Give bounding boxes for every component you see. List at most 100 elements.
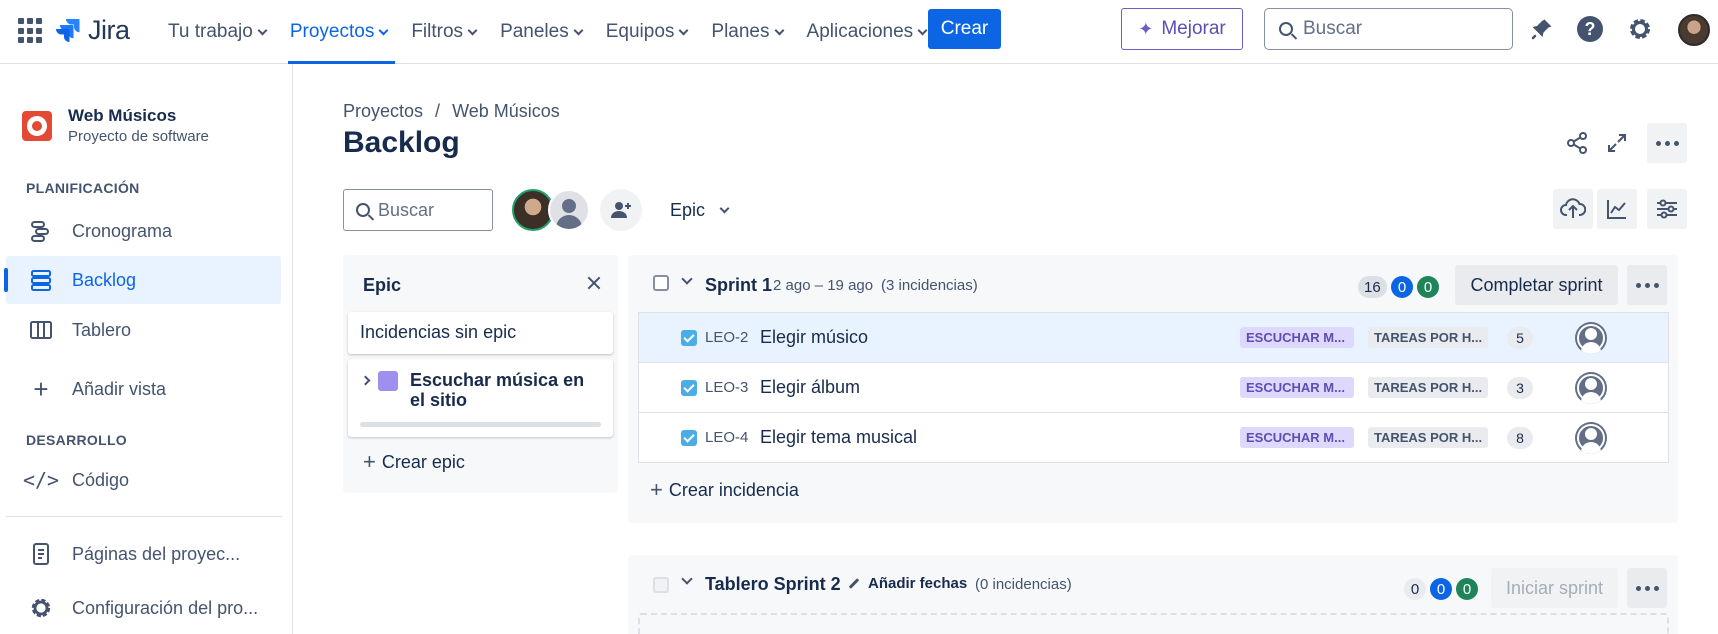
complete-sprint-button[interactable]: Completar sprint [1455, 265, 1618, 305]
release-button[interactable] [1553, 189, 1593, 229]
start-sprint-button[interactable]: Iniciar sprint [1491, 568, 1618, 608]
sparkle-icon: ✦ [1138, 18, 1154, 39]
project-header[interactable]: Web Músicos Proyecto de software [22, 106, 209, 145]
create-issue-button[interactable]: + Crear incidencia [650, 479, 799, 501]
pencil-icon [848, 578, 860, 589]
sidebar-item-tablero[interactable]: Tablero [6, 306, 281, 354]
story-points-badge[interactable]: 5 [1507, 327, 1533, 349]
nav-tu-trabajo[interactable]: Tu trabajo [160, 0, 274, 64]
add-person-icon [611, 202, 631, 218]
assignee-avatar[interactable] [1575, 422, 1607, 454]
story-points-badge[interactable]: 8 [1507, 427, 1533, 449]
share-button[interactable] [1557, 123, 1597, 163]
nav-planes[interactable]: Planes [703, 0, 790, 64]
add-dates-button[interactable]: Añadir fechas [848, 575, 967, 592]
chevron-down-icon [678, 25, 689, 35]
expand-icon [1608, 134, 1626, 152]
epic-card[interactable]: Escuchar música en el sitio [348, 359, 613, 437]
backlog-search[interactable] [343, 189, 493, 231]
sprint-name[interactable]: Sprint 1 [705, 275, 772, 296]
status-lozenge[interactable]: TAREAS POR H... [1368, 427, 1488, 448]
issue-row[interactable]: LEO-4 Elegir tema musical ESCUCHAR M... … [639, 413, 1668, 463]
global-search-input[interactable] [1303, 18, 1493, 40]
issue-summary[interactable]: Elegir músico [760, 327, 868, 348]
close-icon[interactable] [584, 273, 604, 293]
add-dates-label: Añadir fechas [868, 575, 968, 592]
person-body [1581, 392, 1601, 404]
chevron-down-icon[interactable] [681, 573, 693, 585]
create-button[interactable]: Crear [928, 9, 1001, 49]
issues-without-epic[interactable]: Incidencias sin epic [348, 312, 613, 354]
nav-equipos[interactable]: Equipos [598, 0, 696, 64]
issue-key[interactable]: LEO-2 [705, 329, 748, 346]
pages-icon [28, 541, 54, 567]
nav-label: Tu trabajo [168, 21, 253, 42]
chevron-down-icon [257, 25, 268, 35]
person-body [1581, 442, 1601, 454]
issue-summary[interactable]: Elegir tema musical [760, 427, 917, 448]
more-icon [1635, 282, 1659, 288]
more-actions-button[interactable] [1647, 123, 1687, 163]
status-lozenge[interactable]: TAREAS POR H... [1368, 327, 1488, 348]
epic-lozenge[interactable]: ESCUCHAR M... [1240, 377, 1354, 398]
chevron-right-icon[interactable] [360, 375, 371, 386]
chevron-down-icon[interactable] [681, 273, 693, 285]
sprint-more-button[interactable] [1627, 265, 1667, 305]
epic-lozenge[interactable]: ESCUCHAR M... [1240, 427, 1354, 448]
fullscreen-button[interactable] [1597, 123, 1637, 163]
sidebar-item-cronograma[interactable]: Cronograma [6, 207, 281, 255]
assignee-avatar[interactable] [1575, 372, 1607, 404]
insights-button[interactable] [1597, 189, 1637, 229]
backlog-search-input[interactable] [378, 199, 486, 221]
issue-key[interactable]: LEO-4 [705, 429, 748, 446]
nav-label: Proyectos [289, 21, 375, 42]
sprint-more-button[interactable] [1627, 568, 1667, 608]
add-people-button[interactable] [600, 189, 642, 231]
sidebar-item-project-pages[interactable]: Páginas del proyec... [6, 530, 281, 578]
status-lozenge[interactable]: TAREAS POR H... [1368, 377, 1488, 398]
cloud-upload-icon [1560, 198, 1586, 218]
breadcrumb-projects[interactable]: Proyectos [343, 101, 423, 122]
settings-icon [1630, 19, 1650, 39]
sidebar-item-project-settings[interactable]: Configuración del pro... [6, 584, 281, 632]
sprint-name[interactable]: Tablero Sprint 2 [705, 574, 841, 595]
points-done-badge: 0 [1417, 276, 1439, 298]
improve-button[interactable]: ✦ Mejorar [1121, 8, 1243, 50]
issue-row[interactable]: LEO-2 Elegir músico ESCUCHAR M... TAREAS… [639, 313, 1668, 363]
avatar-filter-unassigned[interactable] [548, 189, 590, 231]
issue-summary[interactable]: Elegir álbum [760, 377, 860, 398]
app-switcher-icon[interactable] [18, 18, 44, 44]
points-done-badge: 0 [1456, 578, 1478, 600]
jira-logo[interactable]: Jira [56, 14, 130, 46]
epic-lozenge[interactable]: ESCUCHAR M... [1240, 327, 1354, 348]
nav-label: Paneles [500, 21, 569, 42]
sidebar-item-codigo[interactable]: </> Código [6, 456, 281, 504]
chevron-down-icon [573, 25, 584, 35]
points-in-progress-badge: 0 [1430, 578, 1452, 600]
settings-button[interactable] [1625, 14, 1655, 44]
nav-proyectos[interactable]: Proyectos [282, 0, 396, 64]
sidebar-item-label: Configuración del pro... [72, 597, 259, 618]
notifications-icon [1531, 19, 1552, 40]
nav-aplicaciones[interactable]: Aplicaciones [799, 0, 935, 64]
improve-label: Mejorar [1161, 18, 1226, 39]
avatar[interactable] [1678, 14, 1710, 46]
view-settings-button[interactable] [1647, 189, 1687, 229]
nav-filtros[interactable]: Filtros [403, 0, 484, 64]
assignee-avatar[interactable] [1575, 322, 1607, 354]
breadcrumb-project[interactable]: Web Músicos [452, 101, 560, 122]
sidebar-item-backlog[interactable]: Backlog [4, 256, 281, 304]
story-points-badge[interactable]: 3 [1507, 377, 1533, 399]
epic-filter-dropdown[interactable]: Epic [658, 189, 740, 231]
sprint-select-checkbox[interactable] [653, 275, 669, 291]
add-view-button[interactable]: + Añadir vista [6, 365, 281, 413]
create-epic-button[interactable]: + Crear epic [363, 451, 465, 473]
global-search[interactable] [1264, 8, 1513, 50]
issue-row[interactable]: LEO-3 Elegir álbum ESCUCHAR M... TAREAS … [639, 363, 1668, 413]
notifications-button[interactable] [1527, 14, 1557, 44]
help-button[interactable]: ? [1575, 14, 1605, 44]
nav-paneles[interactable]: Paneles [492, 0, 590, 64]
story-icon [681, 380, 697, 396]
issue-key[interactable]: LEO-3 [705, 379, 748, 396]
sprint-select-checkbox[interactable] [653, 577, 669, 593]
